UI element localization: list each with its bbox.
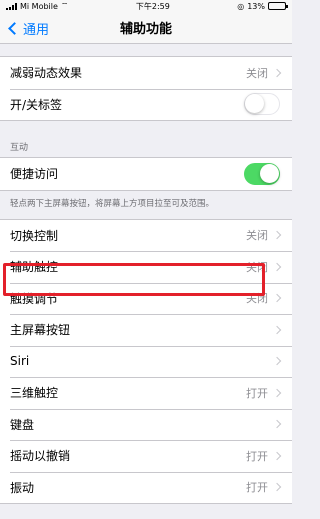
setting-label: 切换控制 bbox=[10, 228, 59, 243]
setting-siri[interactable]: Siri bbox=[0, 345, 292, 378]
setting-label: 触摸调节 bbox=[10, 291, 59, 306]
setting-reduce-motion[interactable]: 减弱动态效果 关闭 bbox=[0, 57, 292, 89]
setting-label: Siri bbox=[10, 354, 30, 369]
setting-assistive-touch[interactable]: 辅助触控 关闭 bbox=[0, 251, 292, 283]
setting-value: 关闭 bbox=[246, 292, 268, 306]
on-off-labels-toggle[interactable] bbox=[244, 93, 280, 116]
setting-label: 便捷访问 bbox=[10, 167, 59, 182]
chevron-right-icon bbox=[272, 68, 282, 77]
chevron-right-icon bbox=[272, 262, 282, 271]
reachability-toggle[interactable] bbox=[244, 162, 280, 185]
setting-value: 打开 bbox=[246, 449, 268, 463]
status-right: ◎ 13% bbox=[237, 1, 288, 11]
chevron-right-icon bbox=[272, 231, 282, 240]
setting-label: 主屏幕按钮 bbox=[10, 323, 71, 338]
signal-icon bbox=[6, 2, 17, 10]
settings-group-interaction: 便捷访问 bbox=[0, 157, 292, 191]
setting-label: 减弱动态效果 bbox=[10, 66, 83, 81]
chevron-right-icon bbox=[272, 357, 282, 366]
chevron-right-icon bbox=[272, 420, 282, 429]
setting-value: 打开 bbox=[246, 481, 268, 495]
setting-value: 打开 bbox=[246, 386, 268, 400]
back-label: 通用 bbox=[23, 22, 50, 38]
carrier-label: Mi Mobile bbox=[20, 1, 58, 11]
navigation-bar: 通用 辅助功能 bbox=[0, 12, 292, 44]
settings-group-controls: 切换控制 关闭 辅助触控 关闭 触摸调节 关闭 主屏幕按钮 Siri 三维触控 … bbox=[0, 218, 292, 504]
setting-value: 关闭 bbox=[246, 229, 268, 243]
setting-home-button[interactable]: 主屏幕按钮 bbox=[0, 314, 292, 346]
setting-label: 开/关标签 bbox=[10, 97, 63, 112]
setting-label: 辅助触控 bbox=[10, 260, 59, 275]
setting-keyboard[interactable]: 键盘 bbox=[0, 408, 292, 441]
setting-value: 关闭 bbox=[246, 260, 268, 274]
wifi-icon: ⌔ bbox=[60, 1, 69, 10]
status-bar: Mi Mobile ⌔ 下午2:59 ◎ 13% bbox=[0, 0, 292, 12]
orientation-lock-icon: ◎ bbox=[237, 1, 245, 11]
status-left: Mi Mobile ⌔ bbox=[6, 1, 68, 11]
setting-3d-touch[interactable]: 三维触控 打开 bbox=[0, 377, 292, 409]
setting-label: 摇动以撤销 bbox=[10, 449, 71, 464]
setting-vibration[interactable]: 振动 打开 bbox=[0, 471, 292, 504]
settings-group-motion: 减弱动态效果 关闭 开/关标签 bbox=[0, 56, 292, 121]
setting-label: 键盘 bbox=[10, 417, 35, 432]
setting-reachability: 便捷访问 bbox=[0, 158, 292, 190]
setting-on-off-labels: 开/关标签 bbox=[0, 88, 292, 121]
section-header-interaction: 互动 bbox=[10, 143, 29, 153]
chevron-right-icon bbox=[272, 483, 282, 492]
battery-icon bbox=[268, 2, 288, 10]
back-button[interactable]: 通用 bbox=[6, 12, 49, 44]
chevron-left-icon bbox=[8, 21, 21, 35]
setting-shake-to-undo[interactable]: 摇动以撤销 打开 bbox=[0, 440, 292, 472]
battery-percent: 13% bbox=[247, 1, 265, 11]
section-footer-note: 轻点两下主屏幕按钮，将屏幕上方项目拉至可及范围。 bbox=[10, 198, 215, 209]
chevron-right-icon bbox=[272, 294, 282, 303]
setting-value: 关闭 bbox=[246, 66, 268, 80]
setting-label: 三维触控 bbox=[10, 386, 59, 401]
setting-touch-accommodations[interactable]: 触摸调节 关闭 bbox=[0, 282, 292, 315]
setting-label: 振动 bbox=[10, 480, 35, 495]
status-time: 下午2:59 bbox=[135, 1, 170, 11]
chevron-right-icon bbox=[272, 388, 282, 397]
chevron-right-icon bbox=[272, 325, 282, 334]
setting-switch-control[interactable]: 切换控制 关闭 bbox=[0, 220, 292, 252]
chevron-right-icon bbox=[272, 451, 282, 460]
